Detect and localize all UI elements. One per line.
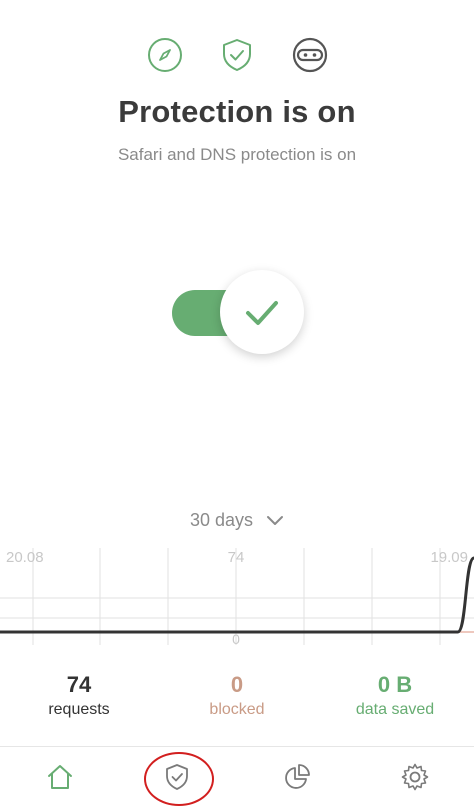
compass-icon[interactable] [146, 36, 184, 74]
stat-requests[interactable]: 74 requests [4, 672, 154, 719]
stats-row: 74 requests 0 blocked 0 B data saved [0, 672, 474, 732]
tab-settings[interactable] [399, 761, 431, 793]
x-tick-end: 19.09 [430, 549, 468, 566]
home-icon [48, 765, 72, 789]
requests-series-line [0, 556, 474, 634]
period-selector[interactable]: 30 days [0, 510, 474, 532]
blocked-label: blocked [209, 701, 265, 718]
top-icons [0, 36, 474, 76]
page-title: Protection is on [118, 94, 356, 129]
pie-chart-icon [285, 764, 310, 789]
ninja-mask-icon[interactable] [291, 36, 329, 74]
page-subtitle: Safari and DNS protection is on [117, 145, 357, 164]
gear-icon [401, 763, 429, 791]
period-label: 30 days [189, 510, 254, 530]
chevron-down-icon [266, 511, 284, 532]
red-highlight-circle [144, 752, 214, 806]
tab-statistics[interactable] [281, 761, 313, 793]
requests-chart: 20.08 74 19.09 0 [0, 548, 474, 647]
data-saved-label: data saved [355, 701, 435, 718]
blocked-count: 0 [230, 672, 244, 697]
shield-check-icon[interactable] [218, 36, 256, 74]
x-tick-start: 20.08 [6, 549, 44, 566]
bottom-tab-bar [0, 746, 474, 807]
requests-label: requests [48, 701, 110, 718]
stat-data-saved[interactable]: 0 B data saved [320, 672, 470, 719]
data-saved-value: 0 B [377, 672, 413, 697]
stat-blocked[interactable]: 0 blocked [162, 672, 312, 719]
tab-home[interactable] [44, 761, 76, 793]
checkmark-icon [246, 301, 278, 325]
y-tick-max: 74 [228, 549, 245, 566]
requests-count: 74 [66, 672, 92, 697]
protection-toggle-knob[interactable] [220, 270, 304, 354]
